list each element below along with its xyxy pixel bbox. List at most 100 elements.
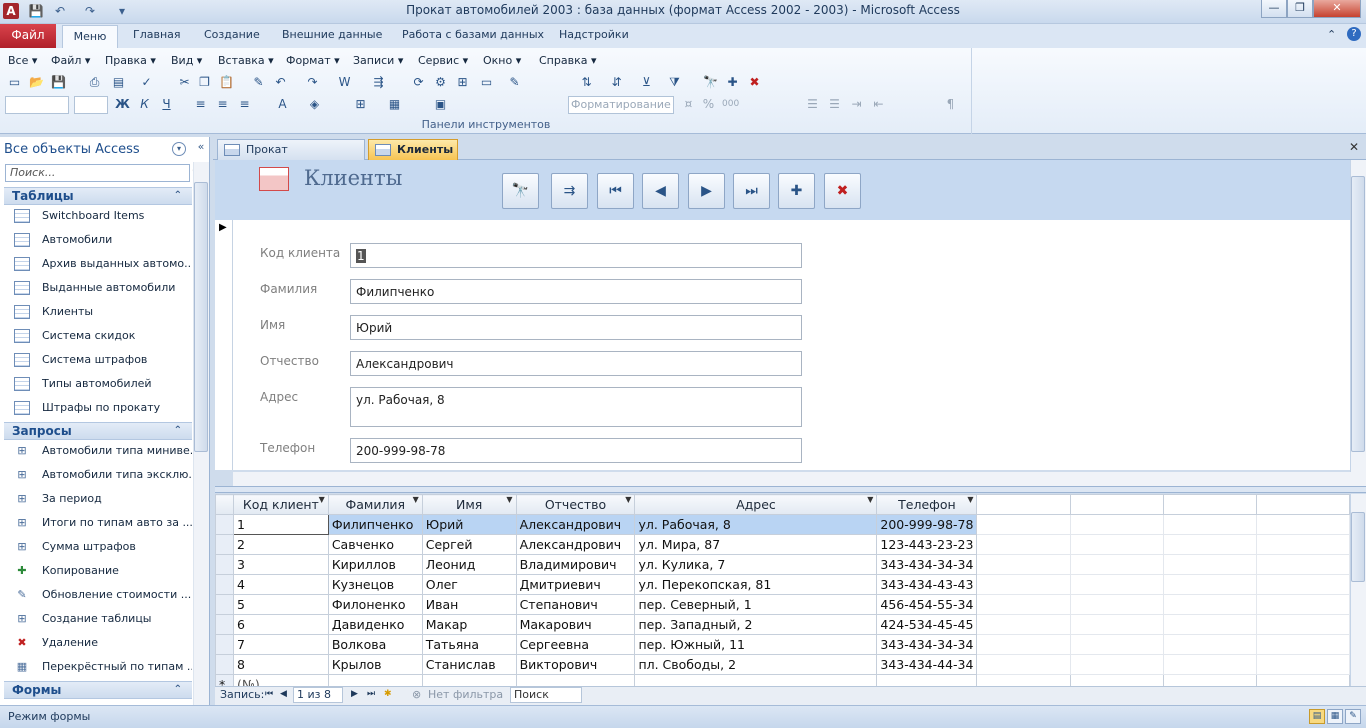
cell-first-name[interactable]: Олег [421,574,517,595]
nav-item-query[interactable]: ⊞ Создание таблицы [4,608,192,630]
row-selector[interactable] [215,594,234,615]
table-row[interactable]: 4 Кузнецов Олег Дмитриевич ул. Перекопская, … [215,574,1350,595]
cell-patronymic[interactable]: Викторович [515,654,636,675]
tab-database-tools[interactable]: Работа с базами данных [402,28,544,41]
delete-record-button[interactable]: ✖ [824,173,861,209]
close-button[interactable]: ✕ [1313,0,1361,18]
nav-item-query[interactable]: ⊞ Автомобили типа миниве... [4,440,192,462]
row-selector[interactable] [215,534,234,555]
cell-address[interactable]: ул. Мира, 87 [634,534,878,555]
table-row[interactable]: 6 Давиденко Макар Макарович пер. Западный, 2… [215,614,1350,635]
empty-cell[interactable] [634,674,878,686]
minimize-button[interactable]: — [1261,0,1287,18]
relationships-icon[interactable]: ⊞ [454,74,471,91]
cell-last-name[interactable]: Крылов [327,654,423,675]
nav-item-query[interactable]: ⊞ Итоги по типам авто за ... [4,512,192,534]
cell-address[interactable]: ул. Кулика, 7 [634,554,878,575]
previous-record-button[interactable]: ◀ [642,173,679,209]
tab-prokat-avtomobiley[interactable]: Прокат автомобилей [217,139,365,175]
tab-addins[interactable]: Надстройки [559,28,629,41]
next-record-button[interactable]: ▶ [688,173,725,209]
new-record-button[interactable]: ✚ [778,173,815,209]
empty-cell[interactable] [327,674,423,686]
dropdown-arrow-icon[interactable]: ▼ [867,496,873,505]
cell-phone[interactable]: 424-534-45-45 [876,614,978,635]
cell-patronymic[interactable]: Степанович [515,594,636,615]
row-selector[interactable] [215,654,234,675]
special-effect-icon[interactable]: ▦ [386,96,403,113]
help-icon[interactable]: ? [1347,27,1361,41]
row-selector[interactable] [215,634,234,655]
tab-external-data[interactable]: Внешние данные [282,28,382,41]
row-selector[interactable] [215,554,234,575]
dropdown-arrow-icon[interactable]: ▼ [625,496,631,505]
nav-group-forms[interactable]: Формы ⌃ [4,681,192,699]
address-field[interactable]: ул. Рабочая, 8 [350,387,802,427]
previous-record-nav-icon[interactable]: ◀ [280,689,287,699]
menu-all[interactable]: Все ▾ [8,54,37,67]
nav-item-table[interactable]: Клиенты [4,301,192,323]
font-color-icon[interactable]: A [274,96,291,113]
split-form-splitter[interactable] [215,486,1366,493]
nav-item-table[interactable]: Автомобили [4,229,192,251]
menu-window[interactable]: Окно ▾ [483,54,521,67]
new-record-nav-icon[interactable]: ✱ [384,689,392,699]
cell-phone[interactable]: 200-999-98-78 [876,514,978,535]
cell-first-name[interactable]: Татьяна [421,634,517,655]
menu-help[interactable]: Справка ▾ [539,54,596,67]
paste-icon[interactable]: 📋 [218,74,235,91]
bullets-icon[interactable]: ☰ [804,96,821,113]
cell-phone[interactable]: 343-434-43-43 [876,574,978,595]
close-document-icon[interactable]: ✕ [1346,140,1362,156]
nav-item-table[interactable]: Система скидок [4,325,192,347]
column-header-phone[interactable]: Телефон ▼ [876,494,978,515]
phone-field[interactable]: 200-999-98-78 [350,438,802,463]
cell-address[interactable]: пл. Свободы, 2 [634,654,878,675]
table-row[interactable]: 3 Кириллов Леонид Владимирович ул. Кулика, 7… [215,554,1350,575]
table-row[interactable]: 7 Волкова Татьяна Сергеевна пер. Южный, 11 34… [215,634,1350,655]
first-record-button[interactable]: ⏮ [597,173,634,209]
row-selector[interactable] [215,574,234,595]
fill-color-icon[interactable]: ◈ [306,96,323,113]
nav-menu-chevron-icon[interactable]: ▾ [172,142,186,156]
nav-pane-header[interactable]: Все объекты Access [4,138,192,160]
column-header-address[interactable]: Адрес ▼ [634,494,878,515]
comma-icon[interactable]: 000 [722,96,739,113]
cell-address[interactable]: пер. Южный, 11 [634,634,878,655]
dropdown-arrow-icon[interactable]: ▼ [506,496,512,505]
cell-patronymic[interactable]: Александрович [515,534,636,555]
cell-last-name[interactable]: Волкова [327,634,423,655]
nav-item-query[interactable]: ⊞ Сумма штрафов [4,536,192,558]
menu-records[interactable]: Записи ▾ [353,54,403,67]
indent-icon[interactable]: ⇥ [848,96,865,113]
cell-address[interactable]: ул. Перекопская, 81 [634,574,878,595]
cell-last-name[interactable]: Кириллов [327,554,423,575]
cell-first-name[interactable]: Макар [421,614,517,635]
nav-item-query[interactable]: ⊞ Автомобили типа эксклю... [4,464,192,486]
refresh-icon[interactable]: ⟳ [410,74,427,91]
formatting-combo[interactable]: Форматирование [568,96,674,114]
gridlines-icon[interactable]: ⊞ [352,96,369,113]
new-row-autonumber[interactable]: (№) [232,674,329,686]
percent-icon[interactable]: % [700,96,717,113]
paragraph-icon[interactable]: ¶ [942,96,959,113]
row-selector[interactable] [215,614,234,635]
nav-item-table[interactable]: Штрафы по прокату [4,397,192,419]
empty-cell[interactable] [421,674,517,686]
cell-patronymic[interactable]: Сергеевна [515,634,636,655]
font-size-combo[interactable] [74,96,108,114]
nav-item-table[interactable]: Система штрафов [4,349,192,371]
cell-client-id[interactable]: 7 [232,634,329,655]
cell-patronymic[interactable]: Макарович [515,614,636,635]
cell-last-name[interactable]: Филоненко [327,594,423,615]
maximize-button[interactable]: ❐ [1287,0,1313,18]
column-header-patronymic[interactable]: Отчество ▼ [515,494,636,515]
patronymic-field[interactable]: Александрович [350,351,802,376]
column-header-first-name[interactable]: Имя ▼ [421,494,517,515]
cell-phone[interactable]: 343-434-34-34 [876,634,978,655]
cell-client-id[interactable]: 4 [232,574,329,595]
sort-ascending-icon[interactable]: ⇅ [578,74,595,91]
column-header-last-name[interactable]: Фамилия ▼ [327,494,423,515]
cell-phone[interactable]: 456-454-55-34 [876,594,978,615]
cell-first-name[interactable]: Иван [421,594,517,615]
